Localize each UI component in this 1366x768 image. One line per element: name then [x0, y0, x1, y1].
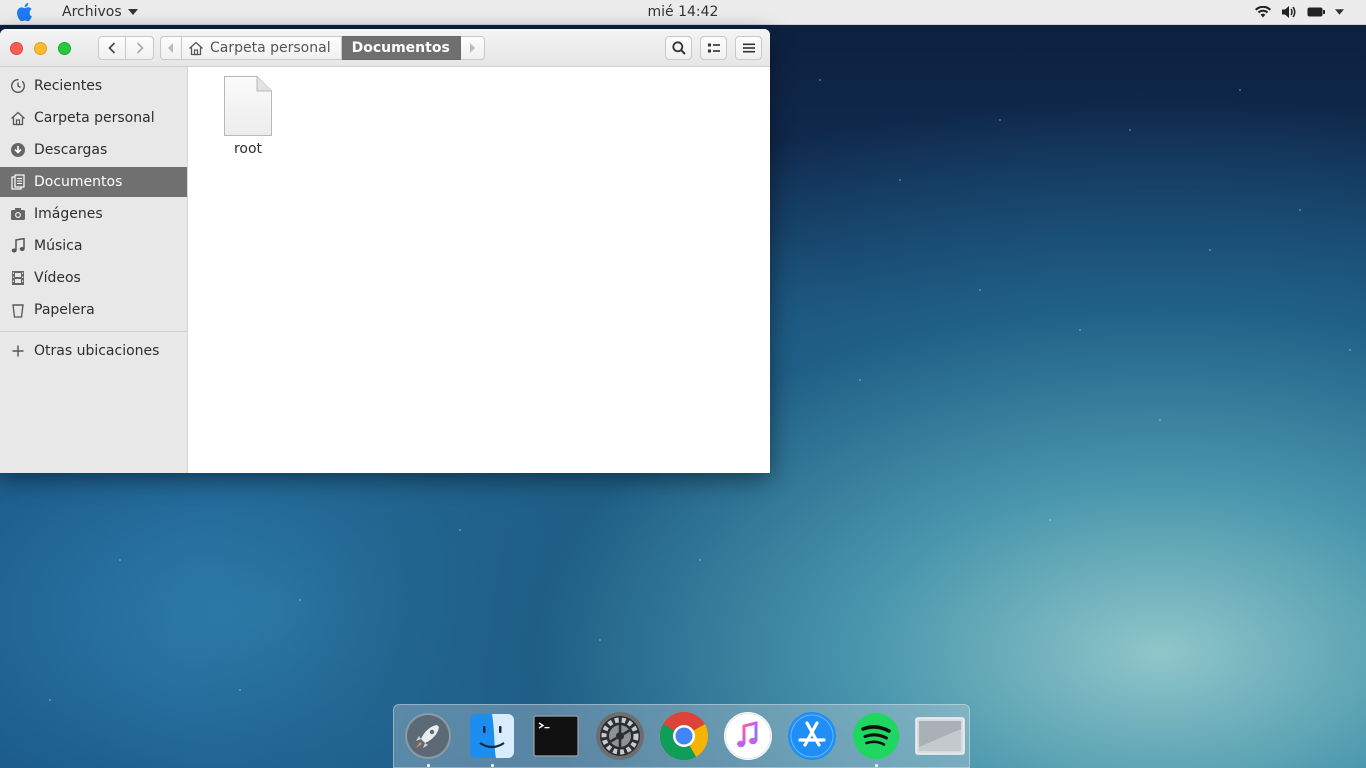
sidebar-item-musica[interactable]: Música [0, 231, 187, 261]
trash-icon [9, 302, 26, 319]
dock-system-settings[interactable] [594, 710, 646, 762]
music-icon [9, 238, 26, 255]
home-icon [189, 41, 203, 55]
wifi-icon[interactable] [1255, 6, 1271, 18]
path-bar: Carpeta personal Documentos [160, 36, 485, 60]
sidebar-item-papelera[interactable]: Papelera [0, 295, 187, 325]
dock [393, 704, 970, 768]
system-tray[interactable] [1255, 5, 1344, 19]
volume-icon[interactable] [1281, 5, 1297, 19]
sidebar-item-label: Documentos [34, 174, 123, 190]
file-name: root [233, 141, 263, 157]
back-button[interactable] [98, 36, 126, 60]
plus-icon [9, 343, 26, 360]
app-store-icon [788, 712, 836, 760]
sidebar-item-label: Música [34, 238, 83, 254]
sidebar-item-label: Papelera [34, 302, 95, 318]
header-tools [665, 36, 762, 60]
file-item[interactable]: root [221, 75, 275, 157]
breadcrumb-home[interactable]: Carpeta personal [182, 36, 342, 60]
dock-finder[interactable] [466, 710, 518, 767]
dock-app-store[interactable] [786, 710, 838, 762]
app-menu-label: Archivos [62, 4, 122, 20]
sidebar-item-descargas[interactable]: Descargas [0, 135, 187, 165]
triangle-right-icon [470, 43, 476, 53]
path-scroll-left-button[interactable] [160, 36, 182, 60]
gear-icon [596, 712, 644, 760]
file-view[interactable]: root [188, 67, 770, 473]
search-icon [671, 41, 686, 55]
maximize-button[interactable] [58, 42, 71, 55]
search-button[interactable] [665, 36, 692, 60]
triangle-left-icon [168, 43, 173, 53]
sidebar-item-recientes[interactable]: Recientes [0, 71, 187, 101]
documents-icon [9, 174, 26, 191]
sidebar-item-imagenes[interactable]: Imágenes [0, 199, 187, 229]
chevron-left-icon [108, 42, 116, 54]
sidebar-item-otras-ubicaciones[interactable]: Otras ubicaciones [0, 336, 187, 366]
minimize-button[interactable] [34, 42, 47, 55]
file-icon [224, 76, 272, 136]
clock-icon [9, 78, 26, 95]
battery-icon[interactable] [1307, 7, 1325, 17]
spotify-icon [853, 713, 899, 759]
chevron-right-icon [136, 42, 144, 54]
hamburger-menu-icon [742, 43, 755, 53]
list-view-icon [707, 43, 720, 53]
dock-spotify[interactable] [850, 710, 902, 767]
sidebar-item-documentos[interactable]: Documentos [0, 167, 187, 197]
sidebar-item-label: Carpeta personal [34, 110, 155, 126]
dock-launchpad[interactable] [402, 710, 454, 767]
app-menu-archivos[interactable]: Archivos [62, 4, 138, 20]
running-indicator [490, 764, 494, 767]
window-controls [10, 42, 71, 55]
view-toggle-button[interactable] [700, 36, 727, 60]
dock-chrome[interactable] [658, 710, 710, 762]
dock-itunes[interactable] [722, 710, 774, 762]
chrome-icon [659, 711, 709, 761]
home-icon [9, 110, 26, 127]
running-indicator [874, 764, 878, 767]
dock-screen-preview[interactable] [914, 710, 966, 762]
music-note-icon [724, 712, 772, 760]
camera-icon [9, 206, 26, 223]
terminal-icon [533, 715, 579, 757]
sidebar-item-label: Vídeos [34, 270, 81, 286]
apple-logo-icon[interactable] [13, 1, 35, 23]
sidebar-item-label: Recientes [34, 78, 103, 94]
sidebar-item-label: Descargas [34, 142, 108, 158]
close-button[interactable] [10, 42, 23, 55]
sidebar-item-videos[interactable]: Vídeos [0, 263, 187, 293]
path-scroll-right-button[interactable] [460, 36, 485, 60]
chevron-down-icon[interactable] [1335, 9, 1344, 15]
sidebar-item-carpeta-personal[interactable]: Carpeta personal [0, 103, 187, 133]
breadcrumb-home-label: Carpeta personal [210, 40, 331, 56]
breadcrumb-current-label: Documentos [351, 40, 450, 56]
sidebar-item-label: Otras ubicaciones [34, 343, 160, 359]
forward-button[interactable] [126, 36, 154, 60]
finder-icon [470, 714, 514, 758]
places-sidebar: Recientes Carpeta personal Descargas Doc… [0, 67, 188, 473]
download-icon [9, 142, 26, 159]
history-navigation [98, 36, 154, 60]
menu-button[interactable] [735, 36, 762, 60]
screen-preview-icon [915, 717, 965, 755]
sidebar-divider [0, 331, 187, 332]
sidebar-item-label: Imágenes [34, 206, 103, 222]
dock-terminal[interactable] [530, 710, 582, 762]
chevron-down-icon [127, 9, 138, 15]
running-indicator [426, 764, 430, 767]
clock[interactable]: mié 14:42 [648, 4, 719, 20]
file-manager-window: Carpeta personal Documentos Recientes Ca… [0, 29, 770, 473]
window-headerbar: Carpeta personal Documentos [0, 29, 770, 67]
film-icon [9, 270, 26, 287]
top-menu-bar: Archivos mié 14:42 [0, 0, 1366, 25]
breadcrumb-current[interactable]: Documentos [341, 36, 461, 60]
rocket-icon [405, 713, 451, 759]
